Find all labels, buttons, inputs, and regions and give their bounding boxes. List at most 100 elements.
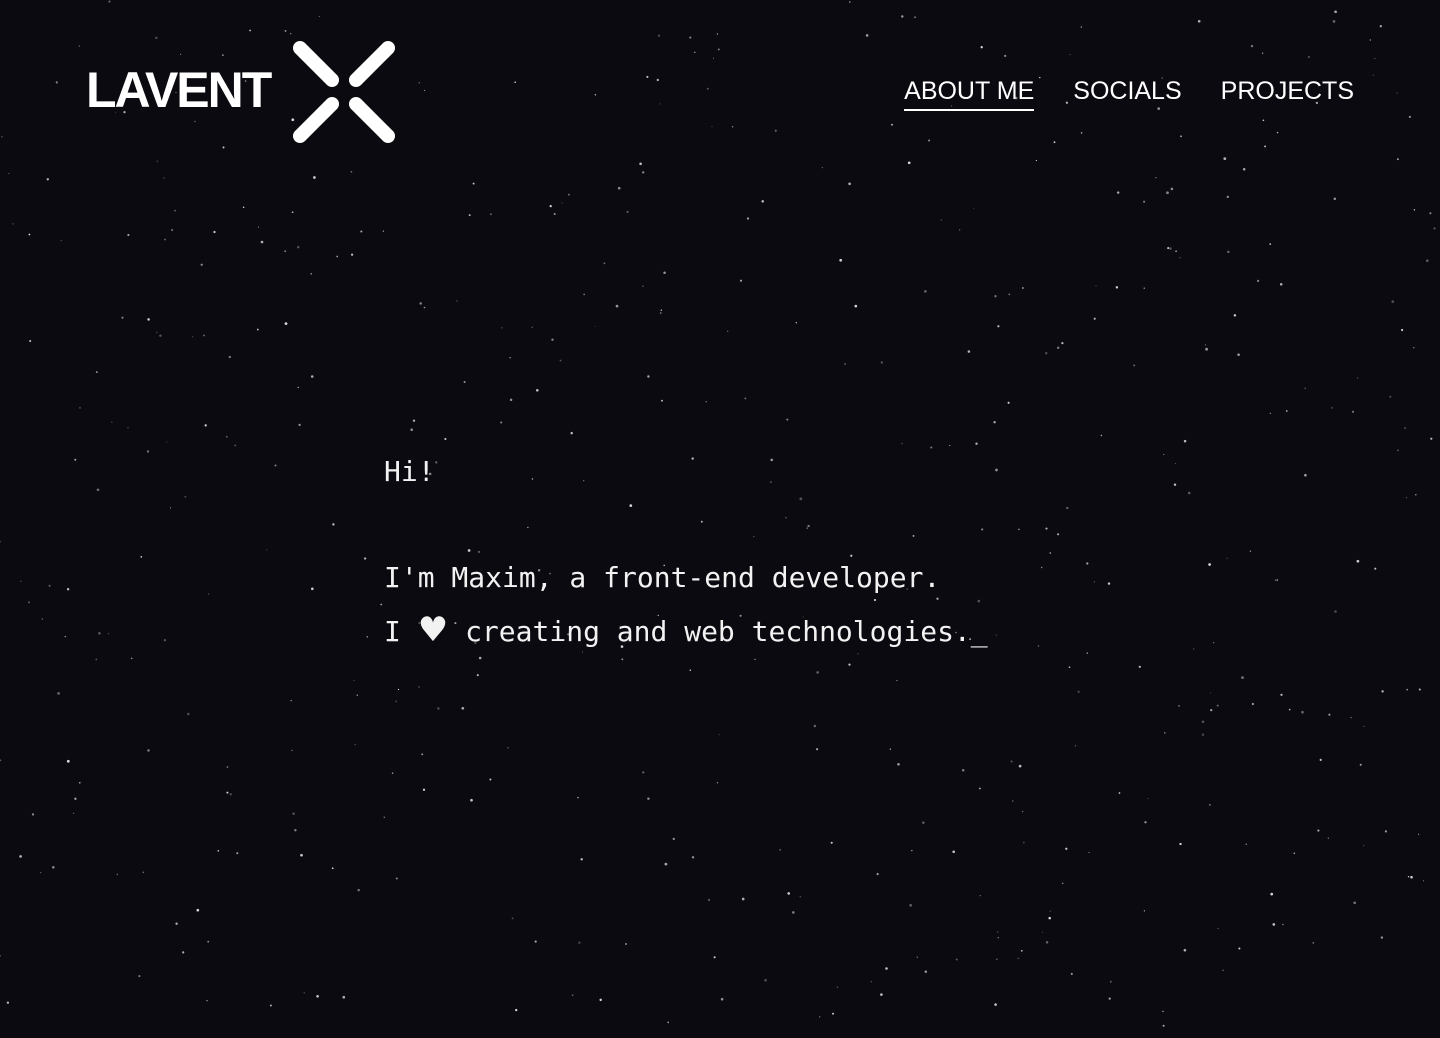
star-dot [955,958,958,961]
star-dot [716,782,719,784]
star-dot [896,679,898,681]
star-dot [159,334,162,337]
star-dot [993,420,996,424]
star-dot [1256,279,1260,283]
star-dot [6,1001,10,1004]
star-dot [577,796,579,799]
star-dot [468,214,471,217]
star-dot [1049,910,1051,912]
star-dot [786,418,789,421]
star-dot [121,316,124,319]
star-dot [64,635,67,638]
star-dot [28,601,30,604]
star-dot [140,556,143,558]
star-dot [885,967,888,970]
star-dot [1201,733,1205,736]
star-dot [1397,449,1399,452]
star-dot [1233,314,1237,317]
star-dot [79,407,81,409]
star-dot [310,272,313,275]
star-dot [1319,758,1322,761]
star-dot [182,951,185,954]
star-dot [20,580,22,582]
page: LAVENT ABOUT ME SOCIALS PROJECTS Hi! I'm… [0,0,1440,1038]
nav-about-me[interactable]: ABOUT ME [904,76,1035,111]
star-dot [1093,581,1095,583]
star-dot [1020,949,1023,952]
star-dot [476,674,479,677]
star-dot [111,421,113,423]
star-dot [940,219,942,221]
star-dot [973,208,975,210]
star-dot [922,821,925,824]
star-dot [667,1021,670,1024]
star-dot [291,749,293,752]
star-dot [147,318,150,321]
star-dot [897,763,900,766]
star-dot [1086,562,1089,565]
star-dot [1061,882,1064,885]
star-dot [911,850,913,852]
star-dot [795,322,797,324]
star-dot [410,428,413,431]
star-dot [342,995,346,999]
star-dot [1272,923,1276,926]
star-dot [1007,401,1010,404]
star-dot [660,309,663,311]
star-dot [1174,462,1177,465]
star-dot [1333,197,1337,200]
star-dot [1144,821,1147,824]
star-dot [500,421,503,424]
star-dot [1201,720,1205,724]
star-dot [1178,705,1180,707]
star-dot [260,240,264,244]
star-dot [997,325,1000,328]
star-dot [799,896,802,898]
star-dot [437,707,440,710]
intro-line-1: I'm Maxim, a front-end developer. [384,561,941,594]
star-dot [456,300,458,302]
star-dot [1288,708,1291,711]
star-dot [290,699,292,702]
star-dot [603,262,606,265]
star-dot [1162,1024,1165,1027]
star-dot [489,778,492,781]
star-dot [1270,892,1274,896]
star-dot [366,635,369,638]
star-dot [1251,703,1254,705]
star-dot [1143,287,1146,290]
star-dot [66,759,70,763]
star-dot [1391,300,1395,303]
star-dot [739,279,743,282]
star-dot [336,255,339,258]
star-dot [836,986,839,988]
star-dot [192,336,194,338]
star-dot [1183,439,1187,443]
site-header: LAVENT ABOUT ME SOCIALS PROJECTS [0,0,1440,180]
star-dot [1334,610,1337,613]
star-dot [156,331,158,334]
nav-projects[interactable]: PROJECTS [1221,76,1354,111]
star-dot [1389,395,1392,398]
star-dot [997,936,1000,939]
heart-icon: ♥ [417,610,449,650]
star-dot [580,858,583,861]
intro-line-2: I ♥ creating and web technologies._ [384,604,988,658]
star-dot [31,813,35,816]
star-dot [470,798,473,802]
star-dot [1040,566,1043,569]
star-dot [1418,833,1420,835]
star-dot [127,427,129,429]
star-dot [1353,901,1357,905]
star-dot [1227,250,1230,254]
nav-socials[interactable]: SOCIALS [1073,76,1181,111]
star-dot [617,186,621,190]
star-dot [196,908,200,912]
star-dot [383,816,386,819]
star-dot [1217,927,1219,929]
star-dot [234,444,237,447]
star-dot [553,212,556,216]
star-dot [292,812,295,815]
star-dot [792,911,795,914]
logo[interactable]: LAVENT [86,36,400,148]
